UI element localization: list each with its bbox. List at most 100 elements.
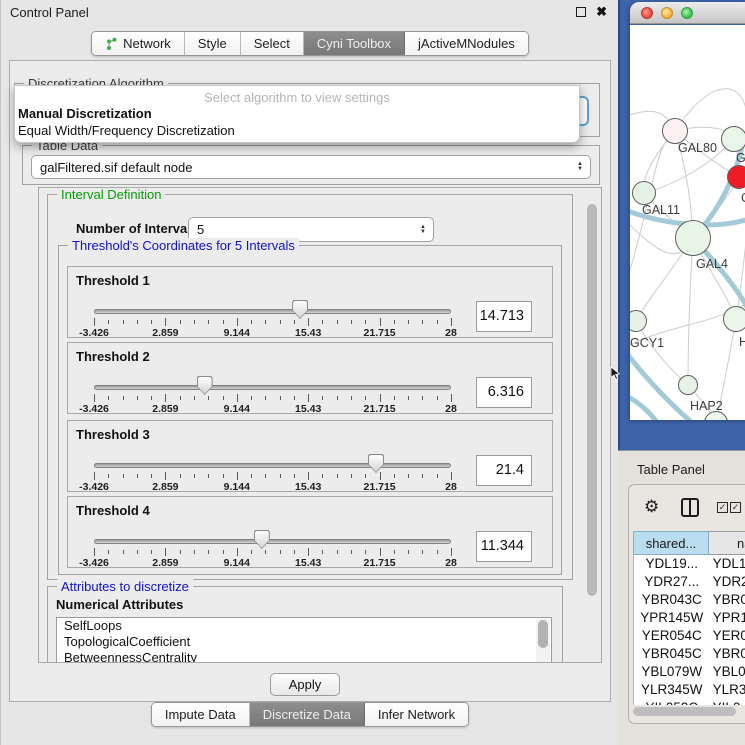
attribute-list-item[interactable]: SelfLoops [57,618,551,634]
cell-name[interactable]: YBR0 [710,645,745,663]
tick-label: 21.715 [364,557,396,569]
threshold-value-field[interactable]: 6.316 [476,377,532,408]
network-icon [105,37,118,51]
table-horizontal-scrollbar[interactable] [629,705,745,719]
popup-option-manual-discretization[interactable]: Manual Discretization [15,105,579,122]
network-canvas[interactable]: GAL80GCGAL11GAL4GCY1HHAP2 [630,25,745,420]
column-header-name[interactable]: na [709,531,745,555]
popup-option-equal-width-frequency[interactable]: Equal Width/Frequency Discretization [15,122,579,139]
cell-shared-name[interactable]: YBL079W [634,663,710,681]
cell-name[interactable]: YDR2 [710,573,745,591]
zoom-window-icon[interactable] [681,7,693,19]
checkbox-icon[interactable]: ✓ [717,502,728,513]
tick-mark [365,396,366,400]
close-window-icon[interactable] [641,7,653,19]
table-row[interactable]: YDR27...YDR2 [634,573,745,591]
settings-scroll-pane: Interval Definition Number of Intervals … [38,187,602,663]
cell-shared-name[interactable]: YDL19... [634,555,710,573]
tick-mark [137,550,138,554]
node-label: GCY1 [630,336,664,350]
tab-network[interactable]: Network [92,32,185,55]
table-row[interactable]: YBR043CYBR0 [634,591,745,609]
network-node[interactable] [721,126,745,152]
cell-name[interactable]: YPR1 [710,609,745,627]
column-header-shared-name[interactable]: shared... [633,531,709,555]
threshold-value-field[interactable]: 14.713 [476,301,532,332]
tick-mark [194,396,195,400]
slider-ticks [94,318,451,327]
tick-mark [265,396,266,400]
tick-mark [294,550,295,554]
slider-track[interactable] [94,539,451,544]
tab-jactivemnodules[interactable]: jActiveMNodules [405,32,528,55]
tab-select[interactable]: Select [241,32,304,55]
cell-name[interactable]: YER0 [710,627,745,645]
tick-mark [437,320,438,324]
minimize-window-icon[interactable] [661,7,673,19]
gear-icon[interactable]: ⚙ [644,497,659,517]
threshold-value-field[interactable]: 21.4 [476,455,532,486]
table-row[interactable]: YBL079WYBL0 [634,663,745,681]
cell-shared-name[interactable]: YPR145W [634,609,710,627]
tab-cyni-toolbox[interactable]: Cyni Toolbox [304,32,405,55]
tick-mark [322,320,323,324]
slider-track[interactable] [94,463,451,468]
table-data-combobox[interactable]: galFiltered.sif default node ▲▼ [31,155,591,179]
cell-name[interactable]: YBR0 [710,591,745,609]
network-node[interactable] [727,165,745,189]
tab-discretize-data[interactable]: Discretize Data [250,703,365,726]
cell-name[interactable]: YBL0 [710,663,745,681]
network-node[interactable] [632,181,656,205]
table-row[interactable]: YPR145WYPR1 [634,609,745,627]
slider-track[interactable] [94,309,451,314]
threshold-value-field[interactable]: 11.344 [476,531,532,562]
tick-mark [351,550,352,554]
apply-button[interactable]: Apply [270,673,340,696]
network-node[interactable] [675,220,711,256]
checkbox-icon[interactable]: ✓ [730,502,741,513]
slider-thumb[interactable] [254,530,270,549]
tab-impute-data[interactable]: Impute Data [152,703,250,726]
tick-label: -3.426 [79,481,109,493]
attribute-list-item[interactable]: TopologicalCoefficient [57,634,551,650]
list-scrollbar[interactable] [536,619,550,662]
tick-mark [394,396,395,400]
cell-shared-name[interactable]: YER054C [634,627,710,645]
attribute-list-item[interactable]: BetweennessCentrality [57,650,551,663]
tick-mark [351,474,352,478]
settings-scrollbar[interactable] [585,190,599,660]
tick-mark [437,550,438,554]
tick-mark [422,396,423,400]
close-panel-icon[interactable]: ✖ [596,4,607,20]
slider-tick-labels: -3.4262.8599.14415.4321.71528 [94,481,451,492]
table-row[interactable]: YBR045CYBR0 [634,645,745,663]
slider-thumb[interactable] [197,376,213,395]
table-row[interactable]: YLR345WYLR3 [634,681,745,699]
network-window-titlebar[interactable] [630,2,745,24]
cell-shared-name[interactable]: YDR27... [634,573,710,591]
threshold-label: Threshold 1 [76,273,150,288]
tab-infer-network[interactable]: Infer Network [365,703,468,726]
float-panel-icon[interactable] [576,7,586,17]
group-title: Interval Definition [57,187,165,202]
table-row[interactable]: YDL19...YDL1 [634,555,745,573]
slider-track[interactable] [94,385,451,390]
tick-mark [108,320,109,324]
network-node[interactable] [678,375,698,395]
cell-name[interactable]: YDL1 [710,555,745,573]
cell-name[interactable]: YLR3 [710,681,745,699]
slider-thumb[interactable] [292,300,308,319]
columns-icon[interactable] [681,498,699,517]
tab-style[interactable]: Style [185,32,241,55]
slider-thumb[interactable] [368,454,384,473]
table-row[interactable]: YER054CYER0 [634,627,745,645]
tick-mark [137,474,138,478]
cell-shared-name[interactable]: YBR043C [634,591,710,609]
numerical-attributes-label: Numerical Attributes [56,597,183,612]
numerical-attributes-list[interactable]: SelfLoopsTopologicalCoefficientBetweenne… [56,617,552,663]
cell-shared-name[interactable]: YLR345W [634,681,710,699]
network-node[interactable] [723,306,745,332]
tick-label: 2.859 [152,481,178,493]
tick-label: 21.715 [364,481,396,493]
cell-shared-name[interactable]: YBR045C [634,645,710,663]
